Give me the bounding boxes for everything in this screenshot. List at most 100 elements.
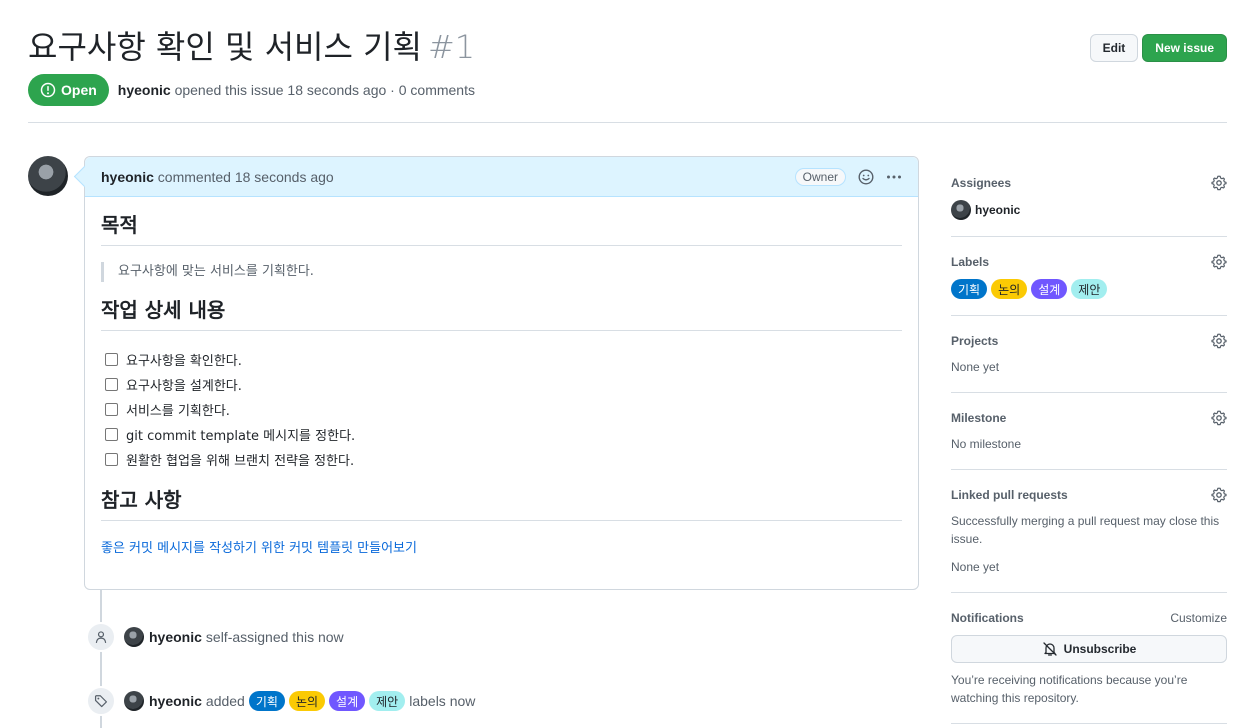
state-label: Open (61, 82, 97, 98)
label-pill[interactable]: 기획 (951, 279, 988, 299)
person-icon (86, 622, 116, 652)
label-pill[interactable]: 제안 (369, 691, 406, 711)
sidebar-heading-row[interactable]: Projects (951, 332, 1227, 350)
sidebar-heading: Milestone (951, 411, 1007, 425)
task-text: 요구사항을 설계한다. (126, 379, 242, 394)
assignee-name: hyeonic (975, 203, 1021, 217)
issue-body-comment: hyeonic commented 18 seconds ago Owner 목… (84, 156, 919, 590)
label-pill[interactable]: 설계 (329, 691, 366, 711)
bell-slash-icon (1042, 641, 1058, 657)
label-pill[interactable]: 기획 (248, 691, 285, 711)
tag-icon (86, 686, 116, 716)
task-checkbox[interactable] (105, 453, 118, 466)
task-item: 원활한 협업을 위해 브랜치 전략을 정한다. (105, 447, 902, 472)
task-checkbox[interactable] (105, 428, 118, 441)
event-actor-link[interactable]: hyeonic (149, 629, 202, 645)
timeline-assign-event: hyeonic self-assigned this now (86, 622, 344, 652)
sidebar-labels: Labels 기획 논의 설계 제안 (951, 237, 1227, 316)
customize-link[interactable]: Customize (1170, 609, 1227, 627)
avatar (951, 200, 971, 220)
sidebar-notifications: Notifications Customize Unsubscribe You’… (951, 593, 1227, 724)
gear-icon[interactable] (1211, 254, 1227, 270)
gear-icon[interactable] (1211, 175, 1227, 191)
label-pill[interactable]: 설계 (1031, 279, 1068, 299)
gear-icon[interactable] (1211, 333, 1227, 349)
milestone-value: No milestone (951, 437, 1022, 451)
heading-purpose: 목적 (101, 213, 902, 246)
comment-header-actions: Owner (794, 157, 902, 197)
avatar[interactable] (124, 627, 144, 647)
avatar[interactable] (28, 156, 68, 196)
sidebar-linked-prs: Linked pull requests Successfully mergin… (951, 470, 1227, 593)
assignee-item[interactable]: hyeonic (951, 200, 1227, 220)
state-badge: Open (28, 74, 109, 106)
label-pill[interactable]: 제안 (1071, 279, 1108, 299)
sidebar-heading-row: Notifications Customize (951, 609, 1227, 627)
issue-header: 요구사항 확인 및 서비스 기획 #1 Edit New issue (28, 24, 1227, 72)
new-issue-button[interactable]: New issue (1142, 34, 1227, 62)
heading-references: 참고 사항 (101, 488, 902, 521)
sidebar-milestone: Milestone No milestone (951, 393, 1227, 470)
comment-body: 목적 요구사항에 맞는 서비스를 기획한다. 작업 상세 내용 요구사항을 확인… (85, 197, 918, 556)
comment-author-link[interactable]: hyeonic (101, 169, 154, 185)
task-checkbox[interactable] (105, 403, 118, 416)
timeline-label-event: hyeonic added 기획 논의 설계 제안 labels now (86, 686, 475, 716)
sidebar-assignees: Assignees hyeonic (951, 158, 1227, 237)
assign-event-detail: self-assigned this now (205, 629, 344, 645)
task-item: git commit template 메시지를 정한다. (105, 422, 902, 447)
gear-icon[interactable] (1211, 410, 1227, 426)
label-event-suffix: labels now (409, 693, 476, 709)
task-list: 요구사항을 확인한다. 요구사항을 설계한다. 서비스를 기획한다. git c… (105, 347, 902, 472)
issue-author-link[interactable]: hyeonic (118, 82, 171, 98)
heading-details: 작업 상세 내용 (101, 298, 902, 331)
unsubscribe-label: Unsubscribe (1063, 642, 1137, 656)
task-text: 서비스를 기획한다. (126, 404, 230, 419)
linked-prs-value: None yet (951, 560, 1000, 574)
comment-header: hyeonic commented 18 seconds ago Owner (85, 157, 918, 197)
smiley-icon[interactable] (858, 169, 874, 185)
sidebar-heading-row[interactable]: Linked pull requests (951, 486, 1227, 504)
issue-meta: Open hyeonic opened this issue 18 second… (28, 74, 475, 106)
purpose-quote: 요구사항에 맞는 서비스를 기획한다. (101, 262, 902, 282)
header-actions: Edit New issue (1089, 34, 1227, 62)
issue-meta-detail: opened this issue 18 seconds ago · 0 com… (174, 82, 475, 98)
projects-value: None yet (951, 360, 1000, 374)
label-pill[interactable]: 논의 (288, 691, 326, 711)
sidebar-heading-row[interactable]: Milestone (951, 409, 1227, 427)
sidebar-heading: Labels (951, 255, 990, 269)
sidebar-heading: Projects (951, 334, 999, 348)
notifications-note: You’re receiving notifications because y… (951, 673, 1188, 705)
sidebar-heading: Notifications (951, 611, 1024, 625)
task-text: git commit template 메시지를 정한다. (126, 429, 356, 444)
sidebar-projects: Projects None yet (951, 316, 1227, 393)
kebab-horizontal-icon[interactable] (886, 169, 902, 185)
owner-badge: Owner (794, 168, 846, 186)
event-actor-link[interactable]: hyeonic (149, 693, 202, 709)
edit-button[interactable]: Edit (1089, 34, 1139, 62)
issue-number: #1 (427, 28, 476, 66)
label-pill[interactable]: 논의 (991, 279, 1028, 299)
unsubscribe-button[interactable]: Unsubscribe (951, 635, 1227, 663)
label-event-verb: added (205, 693, 245, 709)
sidebar-heading: Linked pull requests (951, 488, 1068, 502)
task-checkbox[interactable] (105, 353, 118, 366)
reference-link[interactable]: 좋은 커밋 메시지를 작성하기 위한 커밋 템플릿 만들어보기 (101, 537, 417, 556)
task-item: 서비스를 기획한다. (105, 397, 902, 422)
avatar[interactable] (124, 691, 144, 711)
sidebar-heading: Assignees (951, 176, 1012, 190)
task-text: 원활한 협업을 위해 브랜치 전략을 정한다. (126, 454, 355, 469)
gear-icon[interactable] (1211, 487, 1227, 503)
sidebar-heading-row[interactable]: Assignees (951, 174, 1227, 192)
task-item: 요구사항을 확인한다. (105, 347, 902, 372)
comment-author-line: hyeonic commented 18 seconds ago (101, 169, 334, 185)
task-checkbox[interactable] (105, 378, 118, 391)
issue-opened-icon (40, 82, 56, 98)
sidebar-heading-row[interactable]: Labels (951, 253, 1227, 271)
assign-event-text: hyeonic self-assigned this now (149, 629, 344, 645)
issue-title: 요구사항 확인 및 서비스 기획 #1 (28, 24, 475, 70)
issue-meta-text: hyeonic opened this issue 18 seconds ago… (118, 82, 475, 98)
comment-time[interactable]: commented 18 seconds ago (158, 169, 334, 185)
task-item: 요구사항을 설계한다. (105, 372, 902, 397)
issue-title-text: 요구사항 확인 및 서비스 기획 (28, 28, 422, 66)
header-divider (28, 122, 1227, 123)
